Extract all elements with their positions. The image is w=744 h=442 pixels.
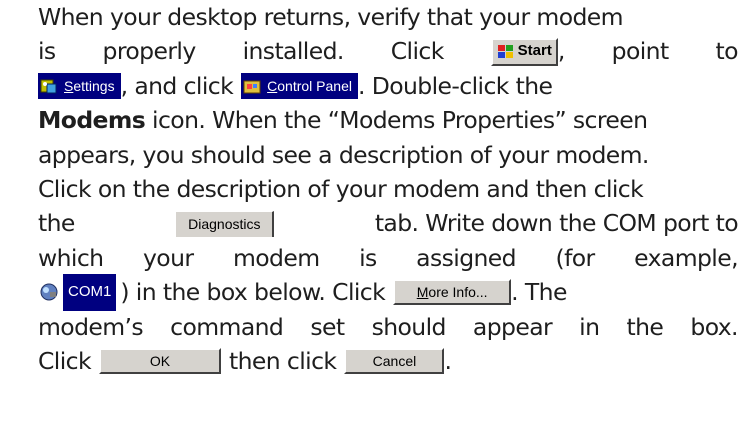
modem-port-icon <box>40 283 58 301</box>
text-run: icon. When the “Modems Properties” scree… <box>145 106 648 135</box>
cancel-button[interactable]: Cancel <box>344 348 445 375</box>
text-run: , and click <box>120 71 234 100</box>
word: box. <box>690 312 738 341</box>
word: which <box>38 243 104 272</box>
word: example, <box>634 243 738 272</box>
text-run: appears, you should see a description of… <box>38 140 649 169</box>
word: is <box>38 37 56 66</box>
settings-menu-label: Settings <box>64 77 115 94</box>
text-run: When your desktop returns, verify that y… <box>38 3 624 31</box>
text-line-5: appears, you should see a description of… <box>38 138 738 172</box>
text-run: Click <box>38 346 92 375</box>
word: modem <box>232 243 320 272</box>
word: (for <box>555 243 596 272</box>
text-line-9: COM1 ) in the box below. Click More Info… <box>38 274 738 311</box>
control-panel-menu-label: Control Panel <box>267 77 352 94</box>
text-line-8: which your modem is assigned (for exampl… <box>38 241 739 275</box>
start-button-label: Start <box>517 42 552 60</box>
word: should <box>371 312 447 341</box>
word: to <box>715 37 739 66</box>
word: modem’s <box>38 312 144 341</box>
word: appear <box>472 312 553 341</box>
text-run: tab. Write down the COM port to <box>374 209 739 238</box>
word: assigned <box>416 243 516 272</box>
word: Click <box>390 37 445 66</box>
word: properly <box>102 37 197 66</box>
com1-port-item[interactable]: COM1 <box>38 274 117 311</box>
punctuation: , <box>557 37 565 66</box>
com1-label: COM1 <box>63 274 117 311</box>
control-panel-menu-item[interactable]: Control Panel <box>241 72 358 99</box>
word: set <box>310 312 345 341</box>
settings-menu-item[interactable]: Settings <box>38 72 121 99</box>
text-line-6: Click on the description of your modem a… <box>38 172 738 206</box>
text-line-2: is properly installed. Click Start , poi… <box>38 34 739 68</box>
word: your <box>143 243 194 272</box>
word: point <box>611 37 670 66</box>
text-run: ) in the box below. Click <box>120 278 386 307</box>
text-line-11: Click OK then click Cancel . <box>38 344 738 378</box>
text-line-7: the Diagnostics tab. Write down the COM … <box>38 206 739 240</box>
more-info-button-label: More Info... <box>416 284 488 301</box>
word: in <box>579 312 600 341</box>
settings-icon <box>40 79 57 94</box>
word: is <box>359 243 377 272</box>
text-line-10: modem’s command set should appear in the… <box>38 310 739 344</box>
text-run: Click on the description of your modem a… <box>38 174 644 203</box>
word: the <box>626 312 664 341</box>
text-line-4: Modems icon. When the “Modems Properties… <box>38 103 738 137</box>
ok-button[interactable]: OK <box>99 348 221 375</box>
start-button[interactable]: Start <box>490 37 558 66</box>
word: command <box>170 312 284 341</box>
text-run: then click <box>229 346 337 375</box>
more-info-button[interactable]: More Info... <box>393 279 512 306</box>
modems-term: Modems <box>38 106 146 135</box>
text-run: the <box>38 209 75 238</box>
control-panel-icon <box>243 80 261 94</box>
word: installed. <box>242 37 345 66</box>
text-line-1: When your desktop returns, verify that y… <box>38 0 738 34</box>
diagnostics-tab[interactable]: Diagnostics <box>175 210 275 237</box>
text-run: . The <box>511 278 567 307</box>
text-run: . Double-click the <box>357 71 553 100</box>
punctuation: . <box>444 346 452 375</box>
windows-logo-icon <box>497 44 513 58</box>
text-line-3: Settings , and click Control Panel . Dou… <box>38 69 738 103</box>
instruction-paragraph: When your desktop returns, verify that y… <box>38 0 739 378</box>
